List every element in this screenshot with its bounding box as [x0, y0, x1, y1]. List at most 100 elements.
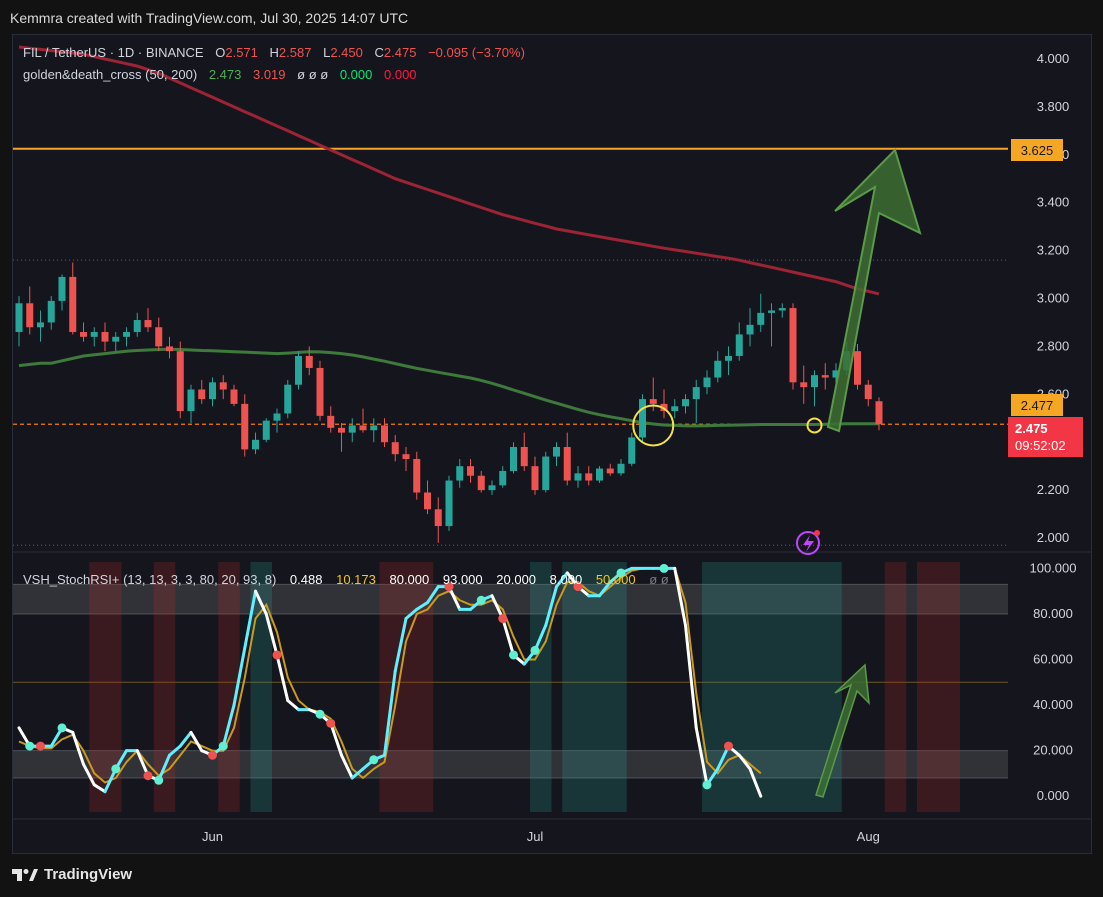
- ma50-price-tag: 2.477: [1011, 394, 1063, 416]
- candle: [348, 418, 356, 443]
- oversold-highlight: [917, 562, 960, 812]
- candle-body: [596, 468, 603, 481]
- rsi-legend: VSH_StochRSI+ (13, 13, 3, 3, 80, 20, 93,…: [23, 572, 669, 587]
- candle: [402, 447, 410, 471]
- legend-low-value: 2.450: [330, 45, 363, 60]
- candle-body: [499, 470, 507, 486]
- lightning-icon[interactable]: [796, 530, 820, 555]
- ma50-value: 2.473: [209, 67, 242, 82]
- candle: [864, 379, 872, 407]
- legend-change: −0.095 (−3.70%): [428, 45, 525, 60]
- candle: [144, 308, 152, 333]
- candle-body: [821, 375, 829, 378]
- candle: [854, 344, 861, 390]
- footer-branding: TradingView: [12, 866, 132, 883]
- candle-body: [316, 367, 324, 416]
- legend-high-value: 2.587: [279, 45, 312, 60]
- cross-up-dot: [530, 645, 540, 655]
- rsi-value-8: ø ø: [649, 572, 669, 587]
- overbought-highlight: [562, 562, 627, 812]
- resistance-price-label: 3.625: [1021, 143, 1054, 158]
- candle: [778, 303, 786, 318]
- candle-body: [198, 389, 206, 400]
- candle: [58, 274, 66, 311]
- tradingview-logo-icon: [12, 868, 38, 881]
- candle: [123, 327, 130, 347]
- cross-up-dot: [218, 741, 228, 751]
- candle: [133, 312, 141, 337]
- candle: [725, 346, 732, 376]
- candle-body: [166, 346, 173, 352]
- legend-c-label: C: [375, 45, 384, 60]
- cross-up-dot: [111, 764, 121, 774]
- candle-body: [424, 492, 431, 510]
- candle: [176, 341, 184, 419]
- candle: [510, 442, 517, 474]
- candle-body: [112, 336, 120, 342]
- candle-body: [585, 473, 593, 481]
- oversold-highlight: [884, 562, 907, 812]
- candle: [488, 480, 496, 495]
- candle: [370, 418, 378, 443]
- candle-body: [123, 332, 130, 337]
- ma-value-4: 0.000: [384, 67, 417, 82]
- chart-frame[interactable]: 4.0003.8003.6003.4003.2003.0002.8002.600…: [12, 34, 1092, 854]
- candle-body: [649, 399, 657, 404]
- candle-body: [370, 425, 378, 431]
- candle: [338, 423, 345, 452]
- candle-body: [456, 466, 464, 481]
- price-tick-label: 3.800: [1037, 99, 1070, 114]
- chart-canvas[interactable]: 4.0003.8003.6003.4003.2003.0002.8002.600…: [13, 35, 1091, 853]
- candle: [69, 262, 77, 335]
- time-tick-label: Aug: [857, 829, 880, 844]
- candle: [273, 408, 281, 433]
- cross-up-dot: [315, 709, 325, 719]
- candle-body: [735, 334, 743, 356]
- price-tick-label: 3.200: [1037, 243, 1070, 258]
- candle-body: [338, 427, 345, 433]
- candle: [262, 418, 270, 443]
- candle: [789, 303, 797, 390]
- legend-line-1: FIL / TetherUS · 1D · BINANCE O2.571 H2.…: [23, 45, 525, 60]
- candle-body: [359, 425, 367, 431]
- rsi-value-2: 10.173: [336, 572, 376, 587]
- candle: [639, 394, 646, 443]
- last-price-tag: 2.475 09:52:02: [1008, 417, 1083, 457]
- candle-body: [682, 399, 689, 407]
- candle-body: [15, 303, 23, 333]
- rsi-tick-label: 80.000: [1033, 606, 1073, 621]
- candle: [617, 458, 625, 476]
- candle: [47, 296, 55, 330]
- candle: [746, 308, 754, 347]
- candle-body: [101, 332, 109, 342]
- candle-body: [348, 425, 356, 433]
- candle-body: [176, 351, 184, 412]
- rsi-tick-label: 100.000: [1030, 560, 1077, 575]
- candle: [209, 377, 216, 407]
- candle-body: [144, 320, 152, 328]
- oversold-highlight: [379, 562, 434, 812]
- candle: [553, 442, 560, 467]
- legend-pair: FIL / TetherUS · 1D · BINANCE: [23, 45, 204, 60]
- rsi-tick-label: 40.000: [1033, 697, 1073, 712]
- candle-body: [209, 382, 216, 400]
- candle-body: [230, 389, 238, 404]
- candle: [37, 310, 44, 342]
- stoch-k-segment: [286, 699, 300, 712]
- candle: [660, 389, 668, 419]
- cross-up-dot: [369, 755, 379, 765]
- candle: [424, 480, 431, 515]
- rsi-value-4: 93.000: [443, 572, 483, 587]
- last-price-label: 2.475: [1015, 421, 1048, 436]
- candle-body: [47, 300, 55, 323]
- rsi-value-6: 8.000: [550, 572, 583, 587]
- resistance-price-tag: 3.625: [1011, 139, 1063, 161]
- candle: [714, 351, 722, 383]
- candle: [166, 336, 173, 359]
- ma50-line: [18, 347, 879, 428]
- candle: [284, 379, 292, 419]
- candle: [520, 432, 528, 471]
- candle: [187, 384, 195, 424]
- candle-body: [295, 355, 302, 385]
- candle-body: [811, 375, 818, 388]
